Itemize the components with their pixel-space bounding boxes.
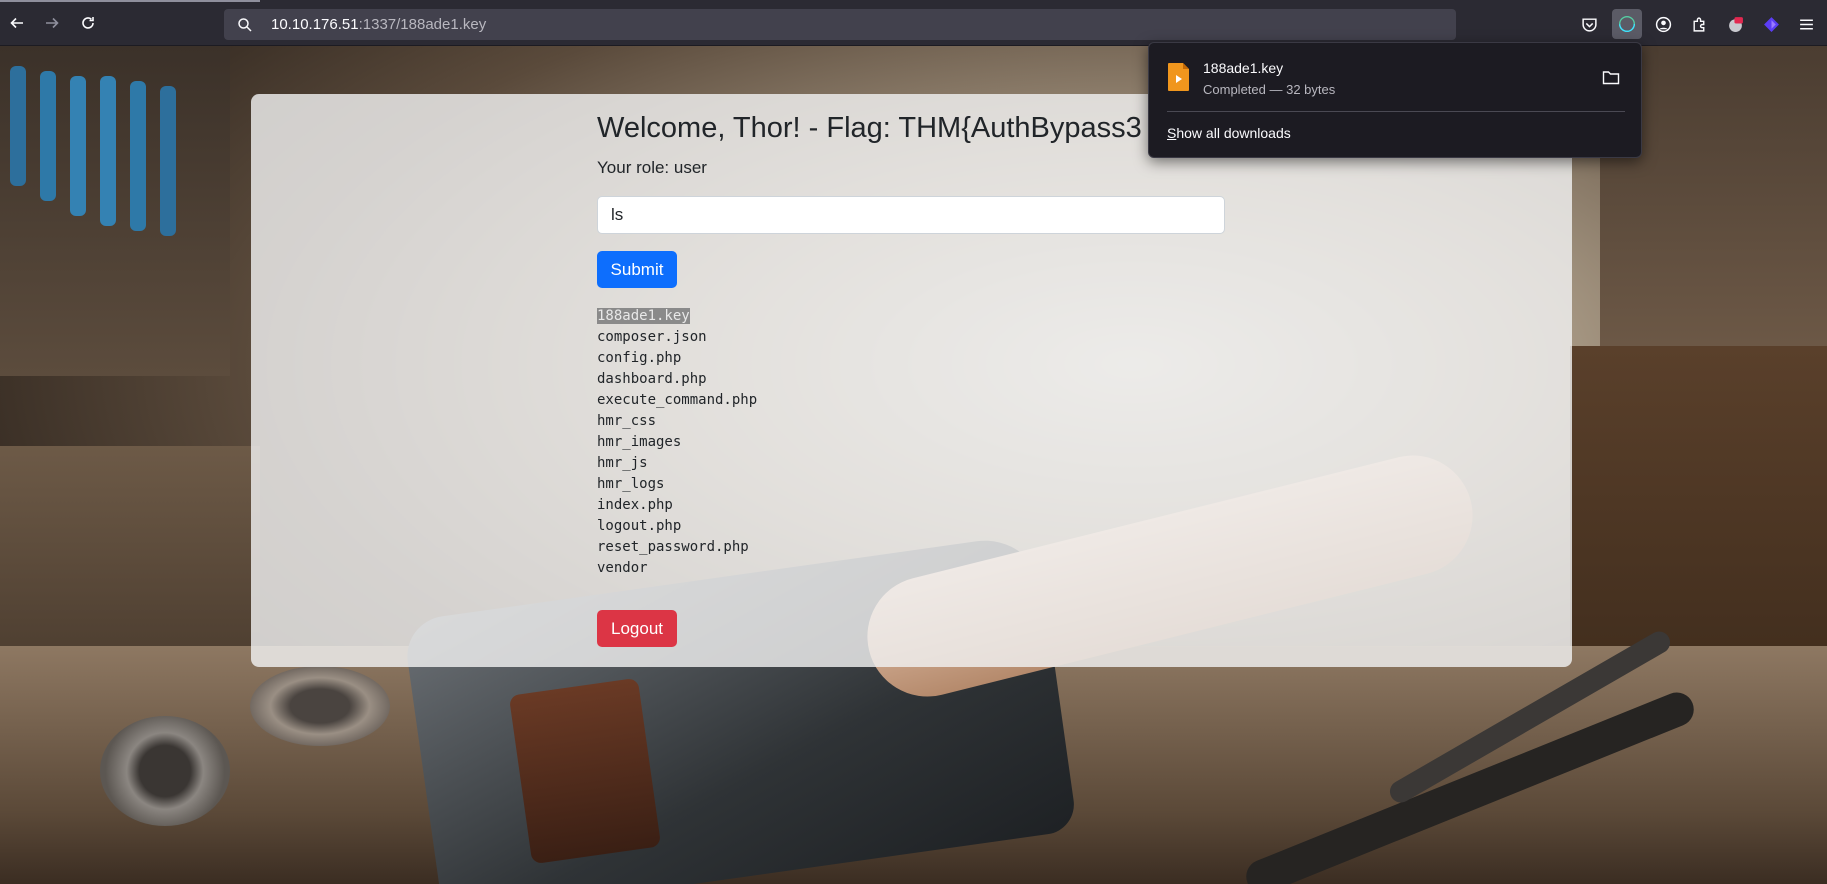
content-card xyxy=(251,94,1572,667)
back-arrow-icon xyxy=(10,17,23,29)
extensions-icon xyxy=(1692,17,1704,32)
command-output: 188ade1.key composer.json config.php das… xyxy=(597,306,757,579)
folder-icon[interactable] xyxy=(1602,69,1620,85)
search-icon xyxy=(238,17,252,32)
listing-item: logout.php xyxy=(597,518,682,534)
wrench-handle xyxy=(130,81,146,231)
browser-toolbar: 10.10.176.51:1337/188ade1.key xyxy=(0,0,1827,46)
extension-red-button[interactable] xyxy=(1724,13,1746,35)
metal-ring xyxy=(250,666,390,746)
show-all-downloads-link[interactable]: Show all downloads xyxy=(1167,125,1291,141)
wrench-handle xyxy=(100,76,116,226)
divider xyxy=(1167,111,1625,112)
listing-item: hmr_js xyxy=(597,455,648,471)
download-icon xyxy=(1619,16,1635,32)
extensions-button[interactable] xyxy=(1688,13,1710,35)
listing-item: dashboard.php xyxy=(597,371,707,387)
listing-item: 188ade1.key xyxy=(597,308,690,324)
downloads-panel: 188ade1.key Completed — 32 bytes Show al… xyxy=(1148,42,1642,158)
wrench-handle xyxy=(160,86,176,236)
account-icon xyxy=(1655,16,1671,32)
url-text: 10.10.176.51:1337/188ade1.key xyxy=(271,16,486,33)
download-file-name[interactable]: 188ade1.key xyxy=(1203,60,1283,76)
forward-button[interactable] xyxy=(39,10,65,36)
back-button[interactable] xyxy=(4,10,30,36)
listing-item: hmr_logs xyxy=(597,476,665,492)
pocket-icon xyxy=(1581,17,1597,32)
tab-strip-edge xyxy=(0,0,260,2)
extension-diamond-icon xyxy=(1763,16,1779,32)
forward-arrow-icon xyxy=(46,17,59,29)
submit-button[interactable]: Submit xyxy=(597,251,677,288)
listing-item: index.php xyxy=(597,497,673,513)
reload-button[interactable] xyxy=(75,10,101,36)
url-host: 10.10.176.51 xyxy=(271,16,359,33)
reload-icon xyxy=(82,17,94,29)
command-input[interactable]: ls xyxy=(597,196,1225,234)
listing-item: reset_password.php xyxy=(597,539,749,555)
listing-item: execute_command.php xyxy=(597,392,758,408)
wrench-handle xyxy=(40,71,56,201)
wrench-handle xyxy=(10,66,26,186)
welcome-heading: Welcome, Thor! - Flag: THM{AuthBypass3 xyxy=(597,112,1142,144)
role-text: Your role: user xyxy=(597,158,707,177)
url-bar[interactable]: 10.10.176.51:1337/188ade1.key xyxy=(224,9,1456,40)
url-path: :1337/188ade1.key xyxy=(358,16,487,33)
hamburger-menu-icon xyxy=(1799,19,1813,29)
listing-item: composer.json xyxy=(597,329,707,345)
extension-purple-button[interactable] xyxy=(1760,13,1782,35)
metal-ring xyxy=(100,716,230,826)
wrench-handle xyxy=(70,76,86,216)
downloads-button[interactable] xyxy=(1612,9,1642,39)
account-button[interactable] xyxy=(1652,13,1674,35)
logout-button[interactable]: Logout xyxy=(597,610,677,647)
menu-button[interactable] xyxy=(1795,13,1817,35)
hammer-face xyxy=(508,677,662,865)
listing-item: hmr_images xyxy=(597,434,682,450)
listing-item: vendor xyxy=(597,560,648,576)
listing-item: config.php xyxy=(597,350,682,366)
extension-badge-icon xyxy=(1728,16,1743,32)
download-status: Completed — 32 bytes xyxy=(1203,82,1336,97)
pocket-button[interactable] xyxy=(1578,13,1600,35)
listing-item: hmr_css xyxy=(597,413,657,429)
file-icon xyxy=(1168,63,1189,91)
